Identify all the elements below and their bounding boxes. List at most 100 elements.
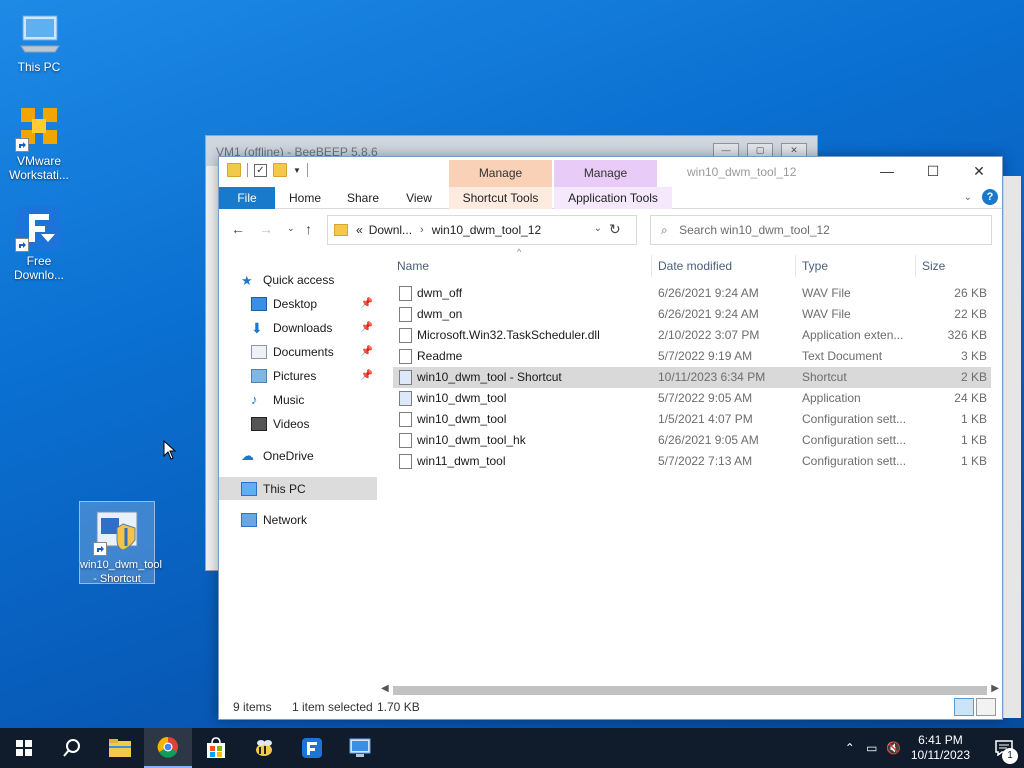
file-explorer-window[interactable]: ✓ ▼ Manage Manage win10_dwm_tool_12 — ☐ …: [218, 156, 1003, 720]
contextual-tab-manage-shortcut[interactable]: Manage: [449, 160, 552, 187]
taskbar-file-explorer[interactable]: [96, 728, 144, 768]
address-bar[interactable]: « Downl... › win10_dwm_tool_12 ⌄: [327, 215, 637, 245]
customize-toolbar-chevron-icon[interactable]: ▼: [293, 166, 301, 175]
breadcrumb-chevron-icon[interactable]: ›: [420, 224, 424, 236]
file-row[interactable]: win10_dwm_tool_hk 6/26/2021 9:05 AM Conf…: [393, 430, 991, 451]
file-row[interactable]: win11_dwm_tool 5/7/2022 7:13 AM Configur…: [393, 451, 991, 472]
file-row[interactable]: dwm_off 6/26/2021 9:24 AM WAV File 26 KB: [393, 283, 991, 304]
nav-item-downloads[interactable]: ⬇ Downloads 📌: [219, 316, 377, 339]
file-row-selected[interactable]: win10_dwm_tool - Shortcut 10/11/2023 6:3…: [393, 367, 991, 388]
large-icons-view-button[interactable]: [976, 698, 996, 716]
pin-icon[interactable]: 📌: [361, 370, 373, 381]
nav-onedrive[interactable]: ☁ OneDrive: [219, 444, 377, 467]
taskbar-remote-desktop[interactable]: [336, 728, 384, 768]
new-folder-icon[interactable]: [273, 163, 287, 177]
title-bar[interactable]: ✓ ▼ Manage Manage win10_dwm_tool_12 — ☐ …: [219, 157, 1002, 187]
tab-application-tools[interactable]: Application Tools: [554, 187, 672, 209]
file-name: dwm_on: [417, 307, 463, 321]
file-row[interactable]: Readme 5/7/2022 9:19 AM Text Document 3 …: [393, 346, 991, 367]
desktop-icon-this-pc[interactable]: This PC: [6, 10, 72, 74]
dll-file-icon: [399, 328, 412, 343]
videos-folder-icon: [251, 416, 267, 431]
clock[interactable]: 6:41 PM 10/11/2023: [911, 733, 970, 763]
nav-this-pc[interactable]: This PC: [219, 477, 377, 500]
up-arrow-icon[interactable]: ↑: [305, 221, 312, 237]
computer-icon: [15, 10, 63, 58]
search-button[interactable]: [48, 728, 96, 768]
taskbar-store[interactable]: [192, 728, 240, 768]
desktop-icon-win10-dwm-tool-shortcut[interactable]: win10_dwm_tool - Shortcut: [79, 501, 162, 585]
column-header-size[interactable]: Size: [922, 259, 945, 273]
file-row[interactable]: win10_dwm_tool 5/7/2022 9:05 AM Applicat…: [393, 388, 991, 409]
file-size: 22 KB: [954, 307, 987, 321]
file-row[interactable]: win10_dwm_tool 1/5/2021 4:07 PM Configur…: [393, 409, 991, 430]
scroll-right-arrow-icon[interactable]: ▶: [991, 683, 999, 694]
contextual-tab-manage-application[interactable]: Manage: [554, 160, 657, 187]
close-icon[interactable]: ✕: [781, 143, 807, 157]
column-divider[interactable]: [651, 255, 652, 277]
downloads-folder-icon: ⬇: [251, 319, 263, 336]
window-title: win10_dwm_tool_12: [687, 165, 797, 179]
taskbar-free-download-manager[interactable]: [288, 728, 336, 768]
minimize-button[interactable]: —: [864, 157, 910, 185]
file-name: win10_dwm_tool: [417, 391, 507, 405]
search-input[interactable]: ⌕ Search win10_dwm_tool_12: [650, 215, 992, 245]
desktop-icon-vmware[interactable]: VMware Workstati...: [6, 104, 72, 182]
pin-icon[interactable]: 📌: [361, 346, 373, 357]
recent-locations-chevron-icon[interactable]: ⌄: [287, 223, 295, 234]
breadcrumb-current-folder[interactable]: win10_dwm_tool_12: [432, 223, 541, 237]
breadcrumb-overflow[interactable]: «: [356, 223, 363, 237]
taskbar-beebeep[interactable]: [240, 728, 288, 768]
nav-item-pictures[interactable]: Pictures 📌: [219, 364, 377, 387]
desktop-icon-free-download-manager[interactable]: Free Downlo...: [6, 204, 72, 282]
tab-shortcut-tools[interactable]: Shortcut Tools: [449, 187, 552, 209]
nav-item-music[interactable]: ♪ Music: [219, 388, 377, 411]
close-button[interactable]: ✕: [956, 157, 1002, 185]
help-icon[interactable]: ?: [982, 189, 998, 205]
file-type: Configuration sett...: [802, 454, 907, 468]
taskbar-chrome[interactable]: [144, 728, 192, 768]
separator: [306, 163, 308, 177]
properties-icon[interactable]: ✓: [254, 163, 267, 177]
file-row[interactable]: dwm_on 6/26/2021 9:24 AM WAV File 22 KB: [393, 304, 991, 325]
pin-icon[interactable]: 📌: [361, 298, 373, 309]
refresh-icon[interactable]: ↻: [609, 221, 621, 238]
details-view-button[interactable]: [954, 698, 974, 716]
tab-file[interactable]: File: [219, 187, 275, 209]
tab-share[interactable]: Share: [339, 187, 387, 209]
item-count: 9 items: [233, 700, 272, 714]
nav-item-videos[interactable]: Videos: [219, 412, 377, 435]
scroll-left-arrow-icon[interactable]: ◀: [381, 683, 389, 694]
nav-quick-access[interactable]: ★ Quick access: [219, 268, 377, 291]
search-icon: ⌕: [661, 223, 668, 237]
maximize-button[interactable]: ☐: [910, 157, 956, 185]
file-row[interactable]: Microsoft.Win32.TaskScheduler.dll 2/10/2…: [393, 325, 991, 346]
action-center-button[interactable]: 1: [984, 728, 1024, 768]
column-header-date-modified[interactable]: Date modified: [658, 259, 732, 273]
background-window-scrollbar[interactable]: [1003, 176, 1021, 718]
shortcut-arrow-icon: [93, 542, 107, 556]
column-divider[interactable]: [915, 255, 916, 277]
column-header-name[interactable]: Name: [397, 259, 429, 273]
nav-item-desktop[interactable]: Desktop 📌: [219, 292, 377, 315]
show-hidden-icons-chevron-icon[interactable]: ⌃: [839, 741, 861, 755]
nav-network[interactable]: Network: [219, 508, 377, 531]
scrollbar-thumb[interactable]: [393, 686, 987, 695]
volume-muted-icon[interactable]: 🔇: [883, 741, 905, 755]
tab-view[interactable]: View: [395, 187, 443, 209]
network-status-icon[interactable]: ▭: [861, 741, 883, 755]
forward-arrow-icon[interactable]: →: [259, 221, 273, 237]
back-arrow-icon[interactable]: ←: [231, 221, 245, 237]
minimize-icon[interactable]: —: [713, 143, 739, 157]
expand-ribbon-chevron-icon[interactable]: ⌄: [964, 192, 972, 203]
address-dropdown-chevron-icon[interactable]: ⌄: [594, 223, 602, 234]
file-size: 26 KB: [954, 286, 987, 300]
pin-icon[interactable]: 📌: [361, 322, 373, 333]
tab-home[interactable]: Home: [281, 187, 329, 209]
column-header-type[interactable]: Type: [802, 259, 828, 273]
breadcrumb-downloads[interactable]: Downl...: [369, 223, 412, 237]
nav-item-documents[interactable]: Documents 📌: [219, 340, 377, 363]
start-button[interactable]: [0, 728, 48, 768]
column-divider[interactable]: [795, 255, 796, 277]
maximize-icon[interactable]: ▢: [747, 143, 773, 157]
